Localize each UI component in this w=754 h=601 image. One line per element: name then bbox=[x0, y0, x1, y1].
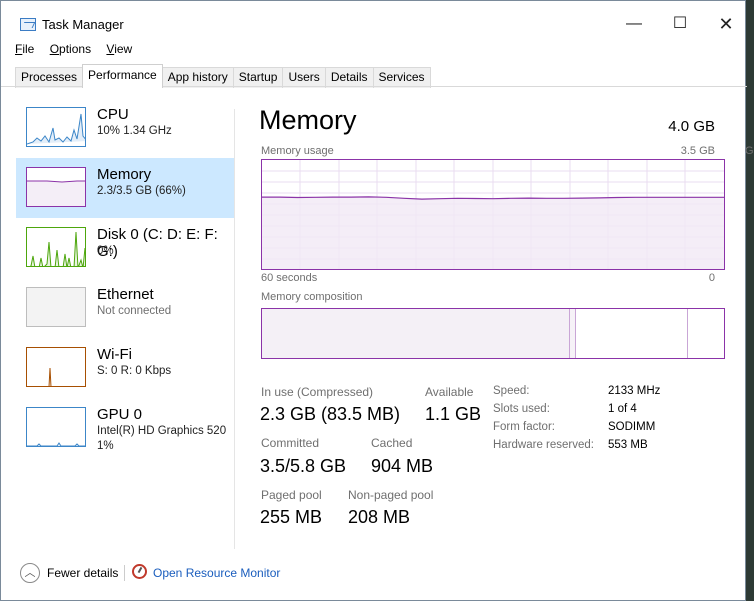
tab-strip: Processes Performance App history Startup Us… bbox=[15, 64, 431, 88]
maximize-button[interactable]: ☐ bbox=[657, 10, 703, 38]
tab-users[interactable]: Users bbox=[282, 67, 326, 88]
sidebar-item-cpu[interactable]: CPU 10% 1.34 GHz bbox=[16, 98, 234, 158]
sidebar-item-wifi[interactable]: Wi-Fi S: 0 R: 0 Kbps bbox=[16, 338, 234, 398]
minimize-button[interactable]: — bbox=[611, 10, 657, 38]
menu-options[interactable]: Options bbox=[50, 42, 91, 56]
sidebar-item-disk[interactable]: Disk 0 (C: D: E: F: G:) 0% bbox=[16, 218, 234, 278]
form-factor-label: Form factor: bbox=[493, 421, 555, 433]
sidebar-item-memory[interactable]: Memory 2.3/3.5 GB (66%) bbox=[16, 158, 234, 218]
paged-pool-label: Paged pool bbox=[261, 488, 322, 502]
committed-value: 3.5/5.8 GB bbox=[260, 456, 347, 476]
graph-axis-right: 0 bbox=[708, 272, 715, 284]
sidebar-item-label: GPU 0 bbox=[97, 406, 143, 423]
wifi-thumbnail-graph bbox=[26, 347, 86, 387]
gpu-thumbnail-graph bbox=[26, 407, 86, 447]
sidebar-item-label: CPU bbox=[97, 106, 129, 123]
composition-standby-divider bbox=[687, 309, 688, 358]
available-value: 1.1 GB bbox=[425, 404, 482, 424]
memory-usage-label: Memory usage bbox=[261, 145, 334, 157]
sidebar-item-label: Wi-Fi bbox=[97, 346, 132, 363]
memory-usage-max: 3.5 GB bbox=[680, 145, 715, 157]
cached-label: Cached bbox=[371, 436, 413, 450]
memory-usage-max-clipped: G bbox=[745, 145, 754, 157]
in-use-label: In use (Compressed) bbox=[261, 385, 374, 399]
window-title: Task Manager bbox=[42, 17, 124, 32]
sidebar-item-label: Disk 0 (C: D: E: F: G:) bbox=[97, 226, 218, 260]
chevron-up-icon[interactable]: ︿ bbox=[20, 563, 40, 583]
performance-sidebar: CPU 10% 1.34 GHz Memory 2.3/3.5 GB (66%)… bbox=[16, 98, 234, 458]
paged-pool-value: 255 MB bbox=[260, 507, 323, 527]
hardware-reserved-value: 553 MB bbox=[608, 439, 648, 451]
tab-startup[interactable]: Startup bbox=[232, 67, 284, 88]
resource-monitor-icon[interactable] bbox=[132, 564, 147, 579]
page-title: Memory bbox=[259, 105, 357, 135]
hardware-reserved-label: Hardware reserved: bbox=[493, 439, 594, 451]
menu-file[interactable]: File bbox=[15, 42, 34, 56]
open-resource-monitor-link[interactable]: Open Resource Monitor bbox=[153, 566, 280, 580]
memory-composition-label: Memory composition bbox=[261, 291, 363, 303]
sidebar-item-value-secondary: 1% bbox=[97, 440, 114, 452]
sidebar-item-value: 0% bbox=[97, 245, 114, 257]
slots-used-value: 1 of 4 bbox=[608, 403, 637, 415]
speed-value: 2133 MHz bbox=[608, 385, 661, 397]
cpu-thumbnail-graph bbox=[26, 107, 86, 147]
fewer-details-button[interactable]: Fewer details bbox=[47, 566, 118, 580]
sidebar-item-ethernet[interactable]: Ethernet Not connected bbox=[16, 278, 234, 338]
slots-used-label: Slots used: bbox=[493, 403, 550, 415]
tab-processes[interactable]: Processes bbox=[15, 67, 84, 88]
sidebar-item-value: S: 0 R: 0 Kbps bbox=[97, 365, 172, 377]
composition-in-use bbox=[262, 309, 570, 358]
sidebar-item-value: 10% 1.34 GHz bbox=[97, 125, 172, 137]
memory-thumbnail-graph bbox=[26, 167, 86, 207]
menu-view[interactable]: View bbox=[106, 42, 132, 56]
sidebar-divider bbox=[234, 109, 235, 549]
footer-bar: ︿ Fewer details Open Resource Monitor bbox=[1, 559, 747, 587]
available-label: Available bbox=[425, 385, 474, 399]
ethernet-thumbnail-graph bbox=[26, 287, 86, 327]
task-manager-window: Task Manager — ☐ ✕ File Options View Pro… bbox=[0, 0, 754, 601]
task-manager-app-icon bbox=[20, 18, 36, 31]
form-factor-value: SODIMM bbox=[608, 421, 656, 433]
tab-performance[interactable]: Performance bbox=[82, 64, 163, 88]
sidebar-item-label: Memory bbox=[97, 166, 152, 183]
close-button[interactable]: ✕ bbox=[703, 10, 749, 38]
sidebar-item-value: 2.3/3.5 GB (66%) bbox=[97, 185, 186, 197]
disk-thumbnail-graph bbox=[26, 227, 86, 267]
graph-axis-left: 60 seconds bbox=[261, 272, 318, 284]
memory-composition-bar bbox=[261, 308, 725, 359]
menu-bar: File Options View bbox=[15, 42, 144, 60]
sidebar-item-value: Intel(R) HD Graphics 520 bbox=[97, 425, 227, 437]
tab-app-history[interactable]: App history bbox=[161, 67, 234, 88]
tab-details[interactable]: Details bbox=[324, 67, 374, 88]
non-paged-pool-label: Non-paged pool bbox=[348, 488, 434, 502]
composition-modified bbox=[570, 309, 576, 358]
sidebar-item-gpu[interactable]: GPU 0 Intel(R) HD Graphics 520 1% bbox=[16, 398, 234, 458]
speed-label: Speed: bbox=[493, 385, 530, 397]
tab-services[interactable]: Services bbox=[372, 67, 431, 88]
title-bar[interactable]: Task Manager — ☐ ✕ bbox=[1, 1, 745, 39]
footer-divider bbox=[124, 565, 125, 581]
sidebar-item-label: Ethernet bbox=[97, 286, 154, 303]
memory-total: 4.0 GB bbox=[668, 118, 715, 135]
sidebar-item-value: Not connected bbox=[97, 305, 172, 317]
in-use-value: 2.3 GB (83.5 MB) bbox=[260, 404, 401, 424]
memory-usage-svg bbox=[262, 160, 724, 269]
memory-usage-graph bbox=[261, 159, 725, 270]
memory-usage-area bbox=[262, 196, 724, 269]
non-paged-pool-value: 208 MB bbox=[348, 507, 411, 527]
committed-label: Committed bbox=[261, 436, 320, 450]
cached-value: 904 MB bbox=[371, 456, 434, 476]
